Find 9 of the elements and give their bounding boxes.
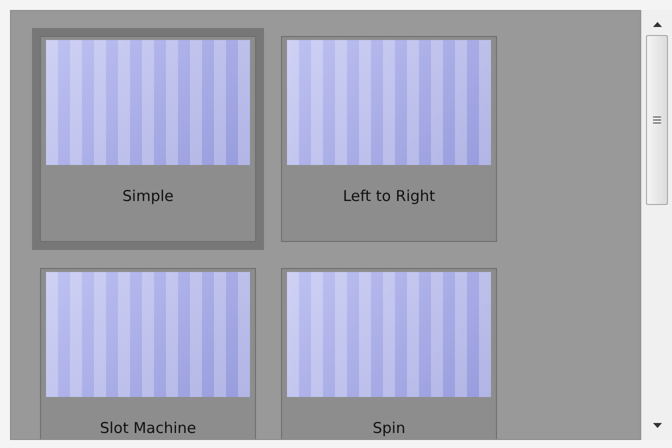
vertical-scrollbar[interactable] (641, 10, 672, 440)
transition-label: Simple (122, 187, 174, 205)
transition-label: Spin (372, 419, 406, 437)
scroll-down-icon[interactable] (652, 423, 662, 428)
transition-label: Slot Machine (100, 419, 196, 437)
scroll-up-icon[interactable] (652, 22, 662, 27)
transition-label: Left to Right (342, 187, 436, 205)
scrollbar-thumb[interactable] (646, 35, 668, 205)
grip-icon (653, 116, 661, 124)
